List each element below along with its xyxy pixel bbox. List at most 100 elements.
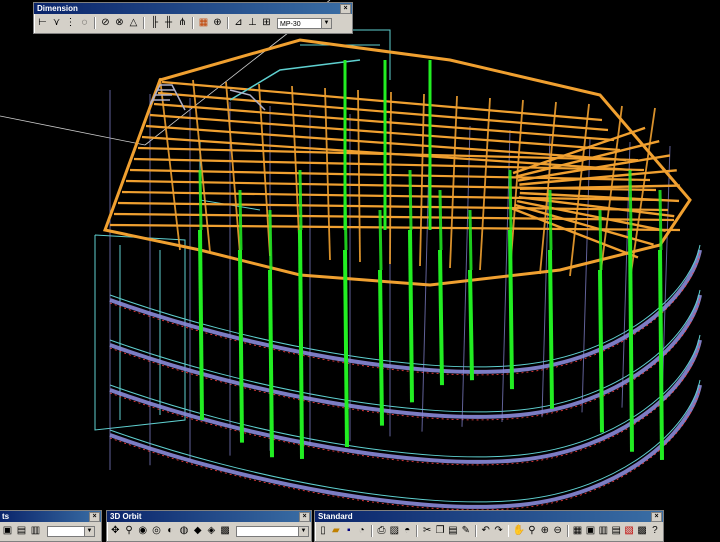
redo-icon[interactable]: ↷	[493, 525, 505, 538]
layout-icon[interactable]: ▣	[1, 525, 14, 538]
roof-joist	[479, 97, 491, 271]
dimedit-icon[interactable]: ⊿	[232, 17, 245, 30]
angular-dim-icon[interactable]: ⊗	[113, 17, 126, 30]
layout-select[interactable]: ▼	[47, 525, 95, 537]
cut-icon[interactable]: ✂	[421, 525, 433, 538]
properties-icon[interactable]: ▦	[572, 525, 584, 538]
column	[658, 249, 664, 460]
publish-icon[interactable]: ◓	[401, 525, 413, 538]
clip-icon[interactable]: ◆	[191, 525, 204, 538]
roof-joist	[225, 81, 241, 255]
column-upper	[658, 189, 663, 251]
separator	[507, 525, 510, 537]
center-mark-icon[interactable]: ⊕	[211, 17, 224, 30]
save-icon[interactable]: ▪	[343, 525, 355, 538]
separator	[416, 525, 419, 537]
layouts-toolbar-title[interactable]: ts ×	[0, 511, 101, 522]
aligned-dim-icon[interactable]: ⋎	[50, 17, 63, 30]
copy-icon[interactable]: ❐	[434, 525, 446, 538]
open-icon[interactable]: ▰	[330, 525, 342, 538]
column	[468, 269, 474, 381]
column	[598, 269, 604, 433]
floor-edge-inner	[109, 289, 701, 413]
standard-toolbar-title-text: Standard	[318, 512, 353, 521]
chevron-down-icon[interactable]: ▼	[321, 18, 331, 28]
undo-icon[interactable]: ↶	[480, 525, 492, 538]
floor-edge-inner	[109, 334, 701, 458]
view-select[interactable]: ▼	[236, 525, 309, 537]
zoom-previous-icon[interactable]: ⊖	[552, 525, 564, 538]
dimension-toolbar[interactable]: Dimension × ⊢ ⋎ ⋮ ◌ ⊘ ⊗ △ ╟ ╫ ⋔ ▦ ⊕ ⊿ ⊥ …	[33, 2, 353, 34]
help-icon[interactable]: ?	[649, 525, 661, 538]
radial-beam	[511, 207, 639, 259]
orbit3d-toolbar-title[interactable]: 3D Orbit ×	[107, 511, 311, 522]
pan-icon[interactable]: ✋	[512, 525, 524, 538]
roof-edge	[102, 38, 692, 287]
sheet-set-icon[interactable]: ▤	[610, 525, 622, 538]
ordinate-dim-icon[interactable]: ⋮	[64, 17, 77, 30]
model-viewport[interactable]	[0, 0, 720, 540]
floor-edge-inner	[109, 379, 701, 503]
column-upper	[628, 169, 633, 231]
distance-icon[interactable]: ◍	[178, 525, 191, 538]
swivel-icon[interactable]: ◐	[164, 525, 177, 538]
column	[343, 249, 349, 448]
orbit-icon[interactable]: ◉	[136, 525, 149, 538]
calculator-icon[interactable]: ▩	[636, 525, 648, 538]
dimstyle-select[interactable]: MP-30 ▼	[277, 17, 332, 29]
floor-edge	[109, 339, 702, 464]
design-center-icon[interactable]: ▣	[584, 525, 596, 538]
column-upper	[238, 189, 243, 251]
dimstyle-icon[interactable]: ⊞	[260, 17, 273, 30]
column	[298, 229, 304, 459]
close-icon[interactable]: ×	[299, 512, 310, 522]
close-icon[interactable]: ×	[340, 4, 351, 14]
chevron-down-icon[interactable]: ▼	[297, 526, 308, 536]
standard-toolbar-title[interactable]: Standard ×	[315, 511, 663, 522]
zoom-3d-icon[interactable]: ⚲	[123, 525, 136, 538]
linear-dim-icon[interactable]: ⊢	[36, 17, 49, 30]
leader-icon[interactable]: ⋔	[176, 17, 189, 30]
orbit3d-toolbar[interactable]: 3D Orbit × ✥ ⚲ ◉ ◎ ◐ ◍ ◆ ◈ ▩ ▼	[106, 510, 312, 542]
dimtedit-icon[interactable]: ⊥	[246, 17, 259, 30]
print-icon[interactable]: ⎙	[376, 525, 388, 538]
radius-dim-icon[interactable]: ◌	[78, 17, 91, 30]
roof-joist	[159, 77, 181, 251]
column	[408, 229, 414, 403]
match-properties-icon[interactable]: ✎	[460, 525, 472, 538]
zoom-realtime-icon[interactable]: ⚲	[526, 525, 538, 538]
column-upper	[508, 169, 513, 231]
floor-edge	[109, 294, 702, 419]
paste-icon[interactable]: ▤	[447, 525, 459, 538]
close-icon[interactable]: ×	[651, 512, 662, 522]
back-clip-icon[interactable]: ▩	[219, 525, 232, 538]
standard-toolbar[interactable]: Standard × ▯ ▰ ▪ ◔ ⎙ ▨ ◓ ✂ ❐ ▤ ✎ ↶ ↷ ✋ ⚲…	[314, 510, 664, 542]
front-clip-icon[interactable]: ◈	[205, 525, 218, 538]
column	[508, 229, 514, 390]
preview-icon[interactable]: ▨	[388, 525, 400, 538]
new-icon[interactable]: ▯	[317, 525, 329, 538]
tolerance-icon[interactable]: ▦	[197, 17, 210, 30]
separator	[474, 525, 477, 537]
zoom-window-icon[interactable]: ⊕	[539, 525, 551, 538]
diameter-dim-icon[interactable]: ⊘	[99, 17, 112, 30]
baseline-dim-icon[interactable]: ╟	[148, 17, 161, 30]
chevron-down-icon[interactable]: ▼	[84, 526, 94, 536]
dimension-toolbar-title[interactable]: Dimension ×	[34, 3, 352, 14]
layouts-toolbar[interactable]: ts × ▣ ▤ ▥ ▼	[0, 510, 102, 542]
tool-palettes-icon[interactable]: ▥	[597, 525, 609, 538]
column-upper	[298, 169, 303, 231]
page-setup-icon[interactable]: ▤	[15, 525, 28, 538]
today-icon[interactable]: ◔	[356, 525, 368, 538]
pan-3d-icon[interactable]: ✥	[109, 525, 122, 538]
continue-dim-icon[interactable]: ╫	[162, 17, 175, 30]
roof-beams	[102, 38, 692, 287]
close-icon[interactable]: ×	[89, 512, 100, 522]
viewport-icon[interactable]: ▥	[29, 525, 42, 538]
column	[548, 249, 554, 409]
continuous-orbit-icon[interactable]: ◎	[150, 525, 163, 538]
quick-dim-icon[interactable]: △	[127, 17, 140, 30]
separator	[566, 525, 569, 537]
roof-beam	[157, 91, 609, 132]
markup-icon[interactable]: ▧	[623, 525, 635, 538]
